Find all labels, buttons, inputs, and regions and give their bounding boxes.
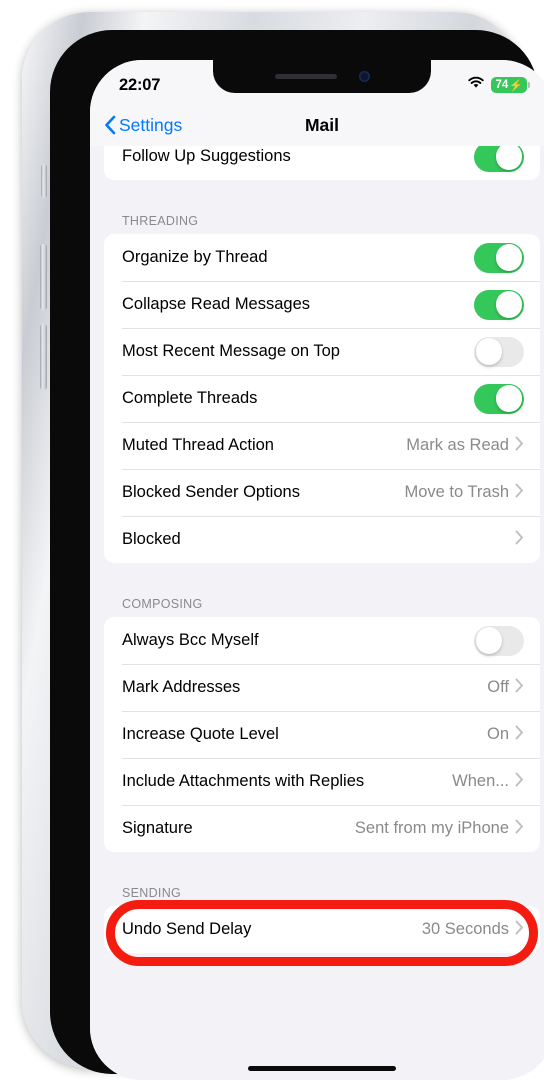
chevron-right-icon xyxy=(515,436,524,456)
row-always-bcc-myself[interactable]: Always Bcc Myself xyxy=(104,617,540,664)
phone-screen: 22:07 74 ⚡ Settings Mail Follow Up Sugge… xyxy=(90,60,544,1080)
toggle-always-bcc-myself[interactable] xyxy=(474,625,524,656)
section-header-threading: THREADING xyxy=(122,214,199,228)
toggle-knob xyxy=(475,338,503,365)
row-organize-by-thread[interactable]: Organize by Thread xyxy=(104,234,540,281)
front-camera-icon xyxy=(358,71,370,82)
battery-indicator: 74 ⚡ xyxy=(490,77,530,93)
toggle-knob xyxy=(495,146,522,170)
wifi-icon xyxy=(467,76,485,94)
row-label: Always Bcc Myself xyxy=(122,631,259,649)
row-increase-quote-level[interactable]: Increase Quote Level On xyxy=(104,711,540,758)
charging-bolt-icon: ⚡ xyxy=(509,79,523,92)
row-complete-threads[interactable]: Complete Threads xyxy=(104,375,540,422)
row-value: On xyxy=(486,725,509,743)
row-label: Increase Quote Level xyxy=(122,725,279,743)
row-undo-send-delay[interactable]: Undo Send Delay 30 Seconds xyxy=(104,906,540,953)
chevron-right-icon xyxy=(515,725,524,745)
toggle-knob xyxy=(495,291,522,318)
toggle-knob xyxy=(475,627,503,654)
notch xyxy=(213,60,431,93)
toggle-collapse-read-messages[interactable] xyxy=(474,289,524,320)
row-label: Include Attachments with Replies xyxy=(122,772,365,790)
row-value: When... xyxy=(452,772,509,790)
home-indicator[interactable] xyxy=(248,1066,396,1071)
section-card-sending: Undo Send Delay 30 Seconds xyxy=(104,906,540,953)
row-blocked[interactable]: Blocked xyxy=(104,516,540,563)
row-label: Collapse Read Messages xyxy=(122,295,311,313)
navigation-bar: Settings Mail xyxy=(90,104,544,146)
volume-up-button[interactable] xyxy=(40,244,47,310)
battery-level-label: 74 xyxy=(495,79,509,91)
row-label: Blocked Sender Options xyxy=(122,483,300,501)
toggle-organize-by-thread[interactable] xyxy=(474,242,524,273)
row-collapse-read-messages[interactable]: Collapse Read Messages xyxy=(104,281,540,328)
settings-scroll-view[interactable]: Follow Up Suggestions THREADING Organize… xyxy=(90,146,544,1080)
row-mark-addresses[interactable]: Mark Addresses Off xyxy=(104,664,540,711)
row-label: Mark Addresses xyxy=(122,678,241,696)
chevron-left-icon xyxy=(104,115,116,135)
row-label: Organize by Thread xyxy=(122,248,268,266)
toggle-follow-up-suggestions[interactable] xyxy=(474,146,524,172)
row-value: Sent from my iPhone xyxy=(354,819,509,837)
toggle-most-recent-message-on-top[interactable] xyxy=(474,336,524,367)
row-label: Most Recent Message on Top xyxy=(122,342,340,360)
row-label: Blocked xyxy=(122,530,181,548)
row-follow-up-suggestions[interactable]: Follow Up Suggestions xyxy=(104,146,540,180)
status-bar-time: 22:07 xyxy=(119,75,161,94)
earpiece-speaker-icon xyxy=(274,74,337,79)
row-value: Mark as Read xyxy=(406,436,509,454)
row-value: 30 Seconds xyxy=(421,920,509,938)
chevron-right-icon xyxy=(515,920,524,940)
row-value: Off xyxy=(487,678,509,696)
phone-frame: 22:07 74 ⚡ Settings Mail Follow Up Sugge… xyxy=(22,12,544,1080)
row-label: Signature xyxy=(122,819,193,837)
chevron-right-icon xyxy=(515,530,524,550)
row-label: Follow Up Suggestions xyxy=(122,147,291,165)
section-card-composing: Always Bcc Myself Mark Addresses Off Inc… xyxy=(104,617,540,852)
toggle-knob xyxy=(495,244,522,271)
row-signature[interactable]: Signature Sent from my iPhone xyxy=(104,805,540,852)
status-bar-indicators: 74 ⚡ xyxy=(467,76,530,94)
chevron-right-icon xyxy=(515,678,524,698)
clipped-card: Follow Up Suggestions xyxy=(104,146,540,180)
toggle-complete-threads[interactable] xyxy=(474,383,524,414)
row-most-recent-message-on-top[interactable]: Most Recent Message on Top xyxy=(104,328,540,375)
row-include-attachments-with-replies[interactable]: Include Attachments with Replies When... xyxy=(104,758,540,805)
chevron-right-icon xyxy=(515,772,524,792)
section-header-sending: SENDING xyxy=(122,886,182,900)
row-muted-thread-action[interactable]: Muted Thread Action Mark as Read xyxy=(104,422,540,469)
section-card-threading: Organize by Thread Collapse Read Message… xyxy=(104,234,540,563)
back-button[interactable]: Settings xyxy=(104,115,182,136)
volume-down-button[interactable] xyxy=(40,324,47,390)
chevron-right-icon xyxy=(515,483,524,503)
toggle-knob xyxy=(495,385,522,412)
silent-switch[interactable] xyxy=(41,164,47,198)
back-button-label: Settings xyxy=(119,114,183,135)
section-header-composing: COMPOSING xyxy=(122,597,203,611)
chevron-right-icon xyxy=(515,819,524,839)
row-label: Undo Send Delay xyxy=(122,920,252,938)
row-label: Muted Thread Action xyxy=(122,436,274,454)
row-label: Complete Threads xyxy=(122,389,258,407)
phone-bezel: 22:07 74 ⚡ Settings Mail Follow Up Sugge… xyxy=(50,30,544,1080)
row-blocked-sender-options[interactable]: Blocked Sender Options Move to Trash xyxy=(104,469,540,516)
row-value: Move to Trash xyxy=(404,483,509,501)
